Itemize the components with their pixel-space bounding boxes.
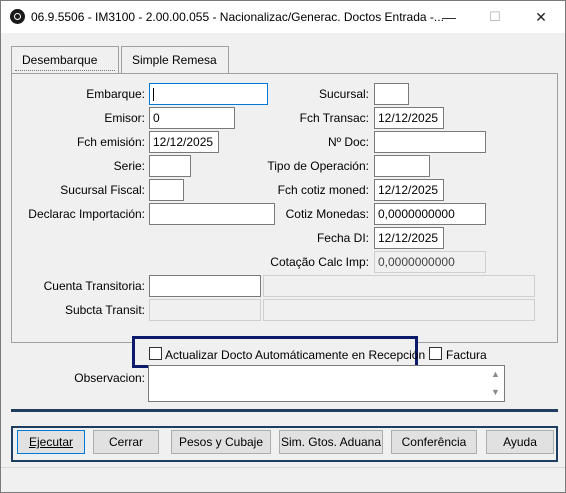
sucursal-label: Sucursal: [318,87,369,101]
title-bar[interactable]: 06.9.5506 - IM3100 - 2.00.00.055 - Nacio… [1,1,565,33]
sucursal-fiscal-input[interactable] [149,179,184,201]
serie-input[interactable] [149,155,191,177]
tab-desembarque-label: Desembarque [22,53,98,67]
sucursal-input[interactable] [374,83,409,105]
cotacao-calc-imp-input: 0,0000000000 [374,251,486,273]
embarque-input[interactable] [149,83,268,105]
n-doc-label: Nº Doc: [327,135,369,149]
cotiz-monedas-label: Cotiz Monedas: [285,207,369,221]
embarque-label: Embarque: [86,87,145,101]
observacion-scrollbar[interactable]: ▲ ▼ [487,366,504,401]
emisor-input[interactable]: 0 [149,107,235,129]
factura-label: Factura [446,348,487,362]
actualizar-checkbox[interactable] [149,347,162,360]
conferencia-button[interactable]: Conferência [391,430,477,454]
pesos-cubaje-button[interactable]: Pesos y Cubaje [171,430,271,454]
sim-gtos-aduana-button[interactable]: Sim. Gtos. Aduana [279,430,383,454]
tab-desembarque[interactable]: Desembarque [11,46,119,74]
cuenta-transitoria-input[interactable] [149,275,261,297]
window-title: 06.9.5506 - IM3100 - 2.00.00.055 - Nacio… [31,10,444,24]
close-button[interactable]: ✕ [518,1,564,33]
maximize-button[interactable]: ☐ [472,1,518,33]
subcta-transit-label: Subcta Transit: [64,303,145,317]
declarac-importacion-label: Declarac Importación: [28,207,145,221]
fch-emision-input[interactable]: 12/12/2025 [149,131,219,153]
cotacao-calc-imp-label: Cotação Calc Imp: [270,255,369,269]
tipo-operacion-label: Tipo de Operación: [267,159,369,173]
fecha-di-input[interactable]: 12/12/2025 [374,227,444,249]
scroll-down-icon[interactable]: ▼ [491,387,500,397]
tab-focus-line [15,70,115,71]
n-doc-input[interactable] [374,131,486,153]
factura-checkbox[interactable] [429,347,442,360]
fch-cotiz-moned-label: Fch cotiz moned: [277,183,369,197]
cuenta-transitoria-label: Cuenta Transitoria: [43,279,145,293]
observacion-label: Observacion: [74,371,145,385]
text-caret [153,88,154,102]
cotiz-monedas-input[interactable]: 0,0000000000 [374,203,486,225]
sucursal-fiscal-label: Sucursal Fiscal: [60,183,145,197]
fch-cotiz-moned-input[interactable]: 12/12/2025 [374,179,444,201]
tab-simple-remesa-label: Simple Remesa [132,53,217,67]
ayuda-button[interactable]: Ayuda [486,430,554,454]
app-logo-icon [10,9,25,24]
minimize-button[interactable]: — [426,1,472,33]
fch-emision-label: Fch emisión: [76,135,145,149]
status-bar [1,467,565,492]
tab-simple-remesa[interactable]: Simple Remesa [121,46,229,74]
fch-transac-label: Fch Transac: [299,111,369,125]
cuenta-transitoria-desc [263,275,535,297]
ejecutar-button[interactable]: Ejecutar [17,430,85,454]
ejecutar-label: Ejecutar [28,435,74,449]
main-window: 06.9.5506 - IM3100 - 2.00.00.055 - Nacio… [0,0,566,493]
serie-label: Serie: [113,159,145,173]
actualizar-label: Actualizar Docto Automáticamente en Rece… [165,348,426,362]
declarac-importacion-input[interactable] [149,203,275,225]
fecha-di-label: Fecha DI: [316,231,369,245]
tipo-operacion-input[interactable] [374,155,430,177]
section-separator [11,409,558,412]
emisor-label: Emisor: [104,111,145,125]
cerrar-button[interactable]: Cerrar [93,430,159,454]
observacion-textarea[interactable]: ▲ ▼ [148,365,505,402]
subcta-transit-input [149,299,261,321]
fch-transac-input[interactable]: 12/12/2025 [374,107,444,129]
subcta-transit-desc [263,299,535,321]
scroll-up-icon[interactable]: ▲ [491,369,500,379]
